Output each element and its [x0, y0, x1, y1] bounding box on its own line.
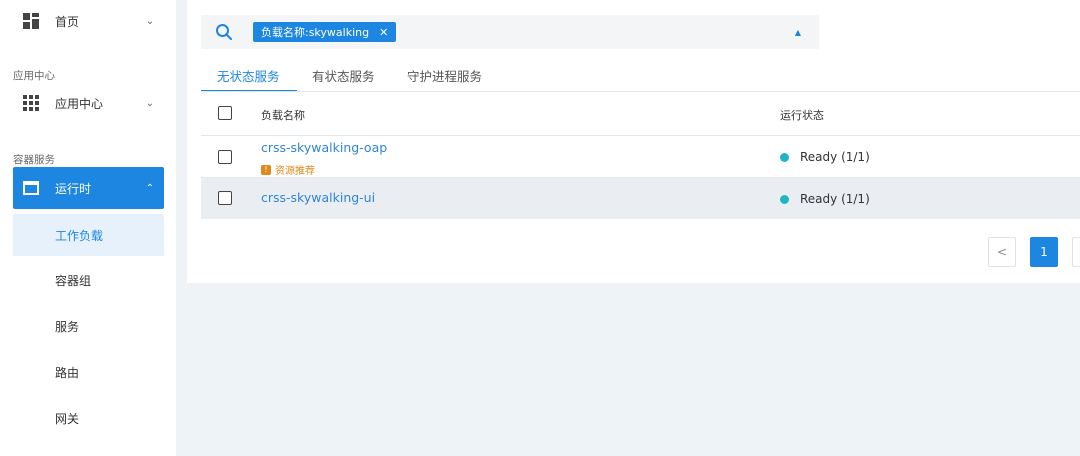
dashboard-icon: [23, 13, 39, 29]
column-header-name: 负载名称: [261, 109, 305, 122]
status-dot-icon: [780, 194, 789, 204]
sidebar-subitem-workloads[interactable]: 工作负载: [13, 214, 164, 256]
table-row: crss-skywalking-oap ! 资源推荐 Ready (1/1): [201, 135, 1080, 177]
sidebar-subitem-gateways[interactable]: 网关: [13, 397, 164, 439]
sidebar-item-home[interactable]: 首页 ⌄: [13, 0, 164, 42]
status-badge: Ready (1/1): [780, 150, 870, 164]
section-title-app: 应用中心: [13, 70, 55, 82]
chevron-down-icon[interactable]: ⌄: [136, 98, 164, 109]
tab-stateful[interactable]: 有状态服务: [312, 66, 375, 85]
filter-tag-label: 负载名称:skywalking: [261, 26, 370, 39]
sidebar-subitem-services[interactable]: 服务: [13, 305, 164, 347]
table-header: 负载名称 运行状态: [201, 91, 1080, 135]
tab-stateless[interactable]: 无状态服务: [217, 66, 280, 85]
resource-recommend-label: 资源推荐: [275, 166, 315, 177]
status-badge: Ready (1/1): [780, 192, 870, 206]
tab-daemonset[interactable]: 守护进程服务: [407, 66, 482, 85]
row-checkbox[interactable]: [218, 191, 232, 205]
warning-icon: !: [261, 164, 271, 175]
workload-table: 负载名称 运行状态 crss-skywalking-oap ! 资源推荐 Rea…: [201, 91, 1080, 219]
sidebar-item-label: 应用中心: [55, 96, 104, 111]
sidebar-subitem-routes[interactable]: 路由: [13, 351, 164, 393]
close-icon[interactable]: ✕: [379, 26, 388, 39]
sidebar: 首页 ⌄ 应用中心 应用中心 ⌄ 容器服务 运行时 ⌃ 工作负载 容器组 服务 …: [0, 0, 176, 456]
chevron-up-icon[interactable]: ⌃: [136, 183, 164, 194]
status-dot-icon: [780, 152, 789, 162]
row-checkbox[interactable]: [218, 150, 232, 164]
caret-up-icon[interactable]: ▲: [795, 28, 801, 37]
workload-name-link[interactable]: crss-skywalking-oap: [261, 140, 387, 155]
select-all-checkbox[interactable]: [218, 106, 232, 120]
sidebar-item-runtime[interactable]: 运行时 ⌃: [13, 167, 164, 209]
window-icon: [23, 180, 39, 196]
sidebar-item-label: 首页: [55, 14, 80, 29]
pagination-page-button[interactable]: 1: [1030, 237, 1058, 267]
search-icon[interactable]: [215, 23, 233, 41]
resource-recommend-badge[interactable]: ! 资源推荐: [261, 162, 315, 177]
search-bar[interactable]: 负载名称:skywalking ✕ ▲: [201, 15, 819, 49]
sidebar-subitem-pods[interactable]: 容器组: [13, 259, 164, 301]
section-title-container: 容器服务: [13, 154, 55, 166]
sidebar-item-label: 运行时: [55, 181, 92, 196]
workload-name-link[interactable]: crss-skywalking-ui: [261, 190, 375, 205]
main-panel: 负载名称:skywalking ✕ ▲ 无状态服务 有状态服务 守护进程服务 负…: [187, 0, 1080, 283]
status-text: Ready (1/1): [800, 192, 870, 206]
pagination-next-button[interactable]: [1072, 237, 1080, 267]
pagination-prev-button[interactable]: <: [988, 237, 1016, 267]
tab-bar: 无状态服务 有状态服务 守护进程服务: [201, 66, 1080, 92]
chevron-down-icon[interactable]: ⌄: [136, 16, 164, 27]
grid-icon: [23, 95, 39, 111]
filter-tag: 负载名称:skywalking ✕: [253, 22, 397, 42]
sidebar-item-app-center[interactable]: 应用中心 ⌄: [13, 82, 164, 124]
status-text: Ready (1/1): [800, 150, 870, 164]
table-row: crss-skywalking-ui Ready (1/1): [201, 177, 1080, 219]
column-header-status: 运行状态: [780, 109, 824, 122]
